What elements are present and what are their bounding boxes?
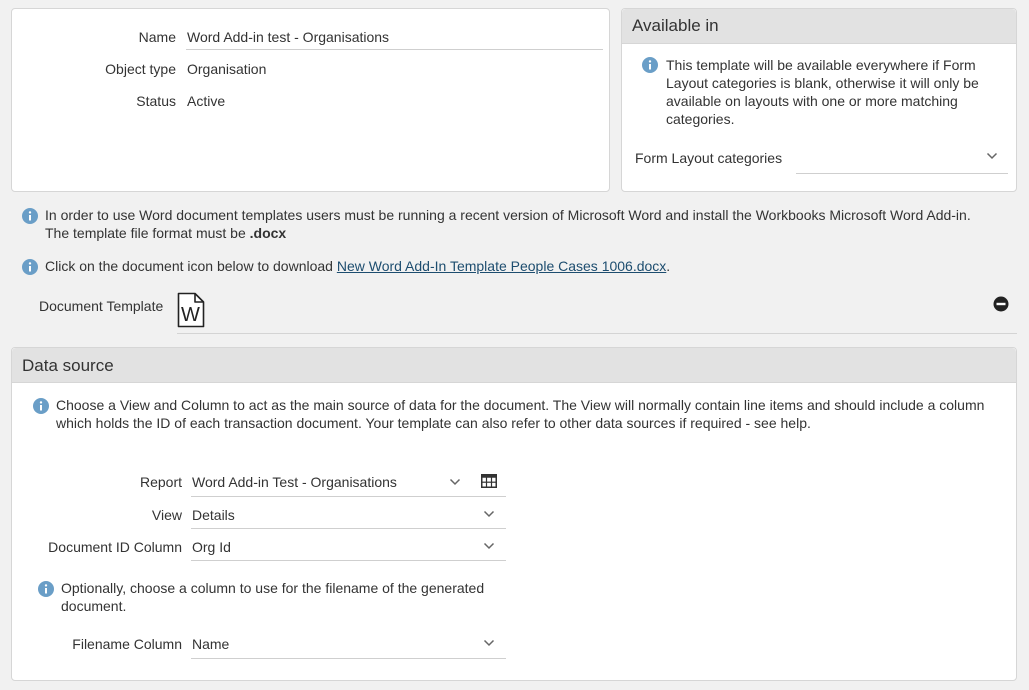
document-id-column-label: Document ID Column [48,539,182,555]
chevron-down-icon[interactable] [986,152,998,160]
view-value[interactable]: Details [192,507,235,523]
file-format-note-text: The template file format must be [45,225,250,241]
document-id-column-value[interactable]: Org Id [192,539,231,555]
download-note: Click on the document icon below to down… [45,258,670,274]
name-label: Name [138,29,176,45]
chevron-down-icon[interactable] [483,639,495,647]
report-value[interactable]: Word Add-in Test - Organisations [192,474,397,490]
chevron-down-icon[interactable] [483,542,495,550]
info-icon [22,259,38,275]
download-note-text: Click on the document icon below to down… [45,258,337,274]
form-layout-categories-select[interactable] [796,145,1008,173]
word-document-icon[interactable]: W [177,292,205,328]
filename-info-text: Optionally, choose a column to use for t… [61,580,485,614]
available-in-panel: Available in This template will be avail… [621,8,1017,192]
object-type-label: Object type [105,61,176,77]
data-source-panel: Data source Choose a View and Column to … [11,347,1017,681]
view-label: View [151,507,182,523]
file-format-extension: .docx [249,225,287,241]
word-requirements-note: In order to use Word document templates … [45,207,971,223]
view-underline [191,528,506,529]
filename-column-underline [191,658,506,659]
filename-column-value[interactable]: Name [192,636,229,652]
info-icon [642,57,658,73]
word-document-icon-letter: W [181,304,200,326]
name-value[interactable]: Word Add-in test - Organisations [187,29,389,45]
available-in-title: Available in [632,16,719,35]
report-label: Report [139,474,182,490]
document-template-underline [177,333,1017,334]
chevron-down-icon[interactable] [449,478,461,486]
chevron-down-icon[interactable] [483,510,495,518]
file-format-note: The template file format must be .docx [45,225,286,241]
filename-column-label: Filename Column [72,636,182,652]
status-value: Active [187,93,226,109]
info-icon [33,398,49,414]
report-underline [191,496,506,497]
form-layout-categories-underline [796,173,1008,174]
data-source-title: Data source [22,356,114,375]
form-layout-categories-label: Form Layout categories [635,150,783,166]
data-source-info-text: Choose a View and Column to act as the m… [56,397,985,431]
data-source-header: Data source [12,348,1016,383]
available-in-header: Available in [622,9,1016,44]
info-icon [22,208,38,224]
object-type-value: Organisation [187,61,267,77]
document-template-label: Document Template [39,298,164,314]
download-note-suffix: . [666,258,671,274]
info-icon [38,581,54,597]
details-panel: Name Word Add-in test - Organisations Ob… [11,8,610,192]
name-underline [186,49,603,50]
status-label: Status [136,93,176,109]
document-id-column-underline [191,560,506,561]
download-template-link[interactable]: New Word Add-In Template People Cases 10… [337,258,666,274]
table-grid-icon[interactable] [481,474,497,488]
available-in-info-text: This template will be available everywhe… [666,57,979,127]
minus-circle-icon[interactable] [993,296,1009,312]
